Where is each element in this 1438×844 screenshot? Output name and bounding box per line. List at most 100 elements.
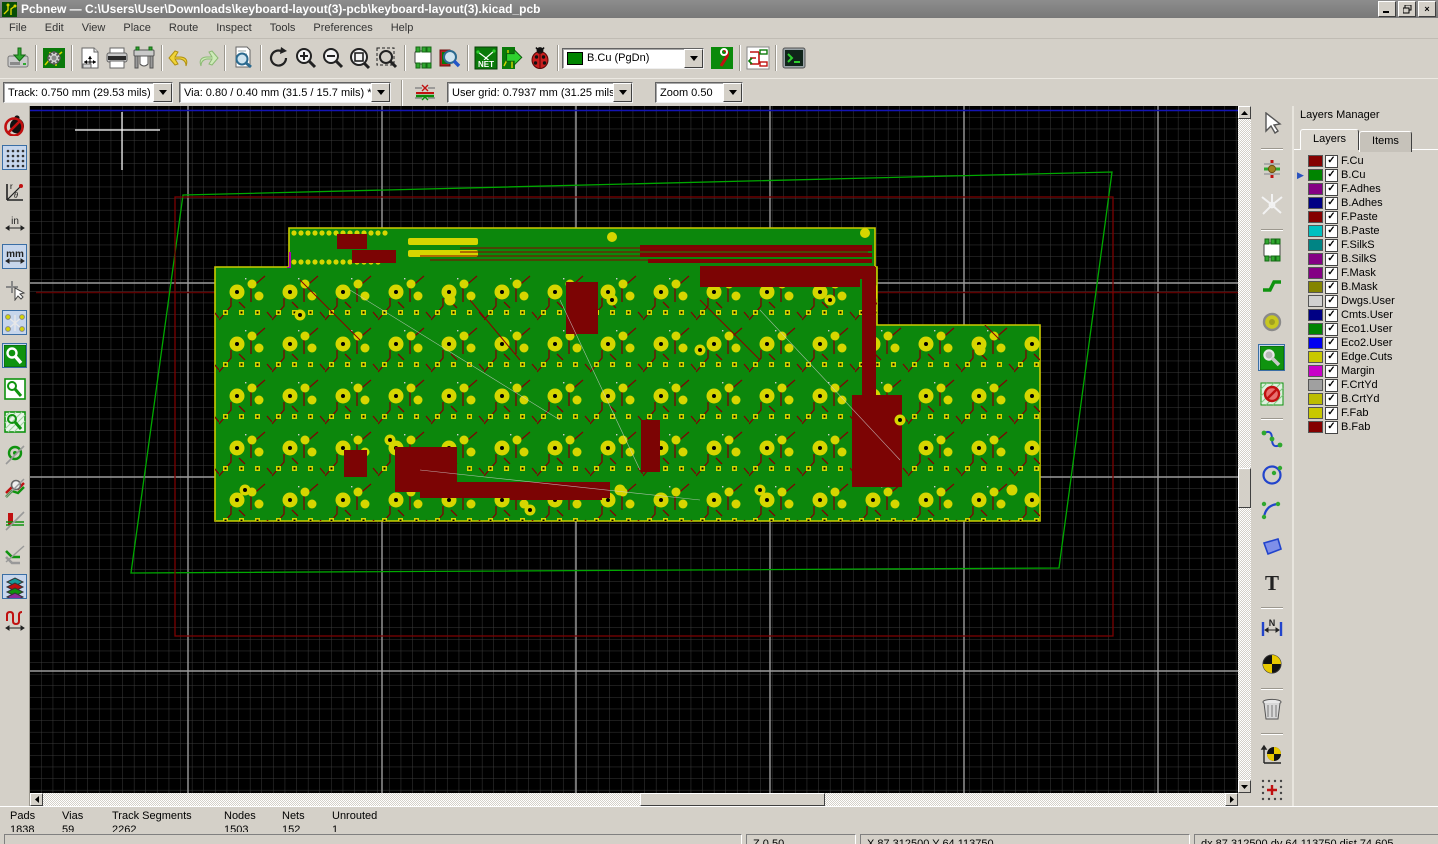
local-ratsnest-button[interactable] [1258,191,1285,218]
layer-visibility-checkbox[interactable]: ✓ [1325,169,1338,182]
vertical-scroll-thumb[interactable] [1238,468,1251,508]
zones-outline-toggle[interactable] [2,376,27,401]
drill-origin-button[interactable] [1258,740,1285,767]
layer-row-f-silks[interactable]: ✓F.SilkS [1308,238,1438,252]
scroll-up-button[interactable] [1238,106,1251,119]
layer-color-swatch[interactable] [1308,295,1323,307]
zoom-out-button[interactable] [319,45,346,72]
layer-color-swatch[interactable] [1308,365,1323,377]
tab-layers[interactable]: Layers [1300,129,1359,150]
layer-visibility-checkbox[interactable]: ✓ [1325,225,1338,238]
add-footprint-button[interactable] [1258,236,1285,263]
layer-row-edge-cuts[interactable]: ✓Edge.Cuts [1308,350,1438,364]
route-tracks-button[interactable] [1258,272,1285,299]
menu-preferences[interactable]: Preferences [304,19,381,37]
zones-show-toggle[interactable] [2,343,27,368]
microwave-tools-button[interactable] [2,607,27,632]
menu-edit[interactable]: Edit [36,19,73,37]
save-button[interactable] [4,45,31,72]
units-mm-toggle[interactable]: mm [2,244,27,269]
pcb-canvas[interactable] [30,106,1238,793]
add-circle-button[interactable] [1258,461,1285,488]
layer-color-swatch[interactable] [1308,337,1323,349]
footprint-editor-button[interactable] [409,45,436,72]
highlight-net-button[interactable] [1258,155,1285,182]
drc-off-toggle[interactable] [2,112,27,137]
menu-help[interactable]: Help [382,19,423,37]
zoom-fit-button[interactable] [346,45,373,72]
menu-route[interactable]: Route [160,19,207,37]
layer-color-swatch[interactable] [1308,351,1323,363]
layer-visibility-checkbox[interactable]: ✓ [1325,183,1338,196]
outline-display-toggle[interactable] [2,541,27,566]
layer-color-swatch[interactable] [1308,323,1323,335]
layer-visibility-checkbox[interactable]: ✓ [1325,379,1338,392]
units-inches-toggle[interactable]: in [2,211,27,236]
layer-color-swatch[interactable] [1308,281,1323,293]
netlist-button[interactable]: NET [472,45,499,72]
layer-row-b-cu[interactable]: ▶✓B.Cu [1308,168,1438,182]
scroll-left-button[interactable] [30,793,43,806]
print-button[interactable] [103,45,130,72]
tracks-sketch-toggle[interactable] [2,475,27,500]
layer-row-b-silks[interactable]: ✓B.SilkS [1308,252,1438,266]
scroll-right-button[interactable] [1225,793,1238,806]
highlight-net-tool-button[interactable] [708,45,735,72]
layer-visibility-checkbox[interactable]: ✓ [1325,323,1338,336]
layer-row-f-adhes[interactable]: ✓F.Adhes [1308,182,1438,196]
track-width-dropdown-arrow[interactable] [153,83,172,102]
via-size-selector[interactable]: Via: 0.80 / 0.40 mm (31.5 / 15.7 mils) * [179,82,391,103]
add-target-button[interactable] [1258,650,1285,677]
scroll-down-button[interactable] [1238,780,1251,793]
layer-row-b-adhes[interactable]: ✓B.Adhes [1308,196,1438,210]
vias-sketch-toggle[interactable] [2,442,27,467]
add-text-button[interactable]: T [1258,569,1285,596]
layer-row-f-crtyd[interactable]: ✓F.CrtYd [1308,378,1438,392]
zoom-in-button[interactable] [292,45,319,72]
layer-color-swatch[interactable] [1308,393,1323,405]
layer-color-swatch[interactable] [1308,183,1323,195]
layer-visibility-checkbox[interactable]: ✓ [1325,421,1338,434]
high-contrast-toggle[interactable] [2,574,27,599]
delete-tool-button[interactable] [1258,695,1285,722]
layer-row-f-paste[interactable]: ✓F.Paste [1308,210,1438,224]
layer-row-b-paste[interactable]: ✓B.Paste [1308,224,1438,238]
layer-visibility-checkbox[interactable]: ✓ [1325,295,1338,308]
layer-visibility-checkbox[interactable]: ✓ [1325,155,1338,168]
close-button[interactable]: × [1418,1,1436,17]
layer-visibility-checkbox[interactable]: ✓ [1325,281,1338,294]
board-setup-button[interactable] [40,45,67,72]
horizontal-scroll-thumb[interactable] [640,793,825,806]
layer-row-b-crtyd[interactable]: ✓B.CrtYd [1308,392,1438,406]
pads-sketch-toggle[interactable] [2,508,27,533]
layer-color-swatch[interactable] [1308,239,1323,251]
auto-track-width-button[interactable] [412,80,437,105]
zoom-selection-button[interactable] [373,45,400,72]
minimize-button[interactable] [1378,1,1396,17]
layer-row-b-fab[interactable]: ✓B.Fab [1308,420,1438,434]
layer-color-swatch[interactable] [1308,379,1323,391]
layer-visibility-checkbox[interactable]: ✓ [1325,365,1338,378]
layer-color-swatch[interactable] [1308,253,1323,265]
zoom-selector[interactable]: Zoom 0.50 [655,82,743,103]
layer-visibility-checkbox[interactable]: ✓ [1325,309,1338,322]
layer-color-swatch[interactable] [1308,267,1323,279]
track-width-selector[interactable]: Track: 0.750 mm (29.53 mils) [3,82,173,103]
via-size-dropdown-arrow[interactable] [371,83,390,102]
add-dimension-button[interactable]: N [1258,614,1285,641]
menu-inspect[interactable]: Inspect [207,19,260,37]
plot-button[interactable] [130,45,157,72]
layer-row-margin[interactable]: ✓Margin [1308,364,1438,378]
zones-hatched-toggle[interactable] [2,409,27,434]
layer-visibility-checkbox[interactable]: ✓ [1325,407,1338,420]
layer-color-swatch[interactable] [1308,407,1323,419]
layer-row-dwgs-user[interactable]: ✓Dwgs.User [1308,294,1438,308]
layer-visibility-checkbox[interactable]: ✓ [1325,211,1338,224]
layer-visibility-checkbox[interactable]: ✓ [1325,239,1338,252]
add-via-button[interactable] [1258,308,1285,335]
layer-color-swatch[interactable] [1308,155,1323,167]
grid-selector[interactable]: User grid: 0.7937 mm (31.25 mils) [447,82,633,103]
grid-visibility-toggle[interactable] [2,145,27,170]
redo-button[interactable] [193,45,220,72]
cursor-shape-toggle[interactable] [2,277,27,302]
